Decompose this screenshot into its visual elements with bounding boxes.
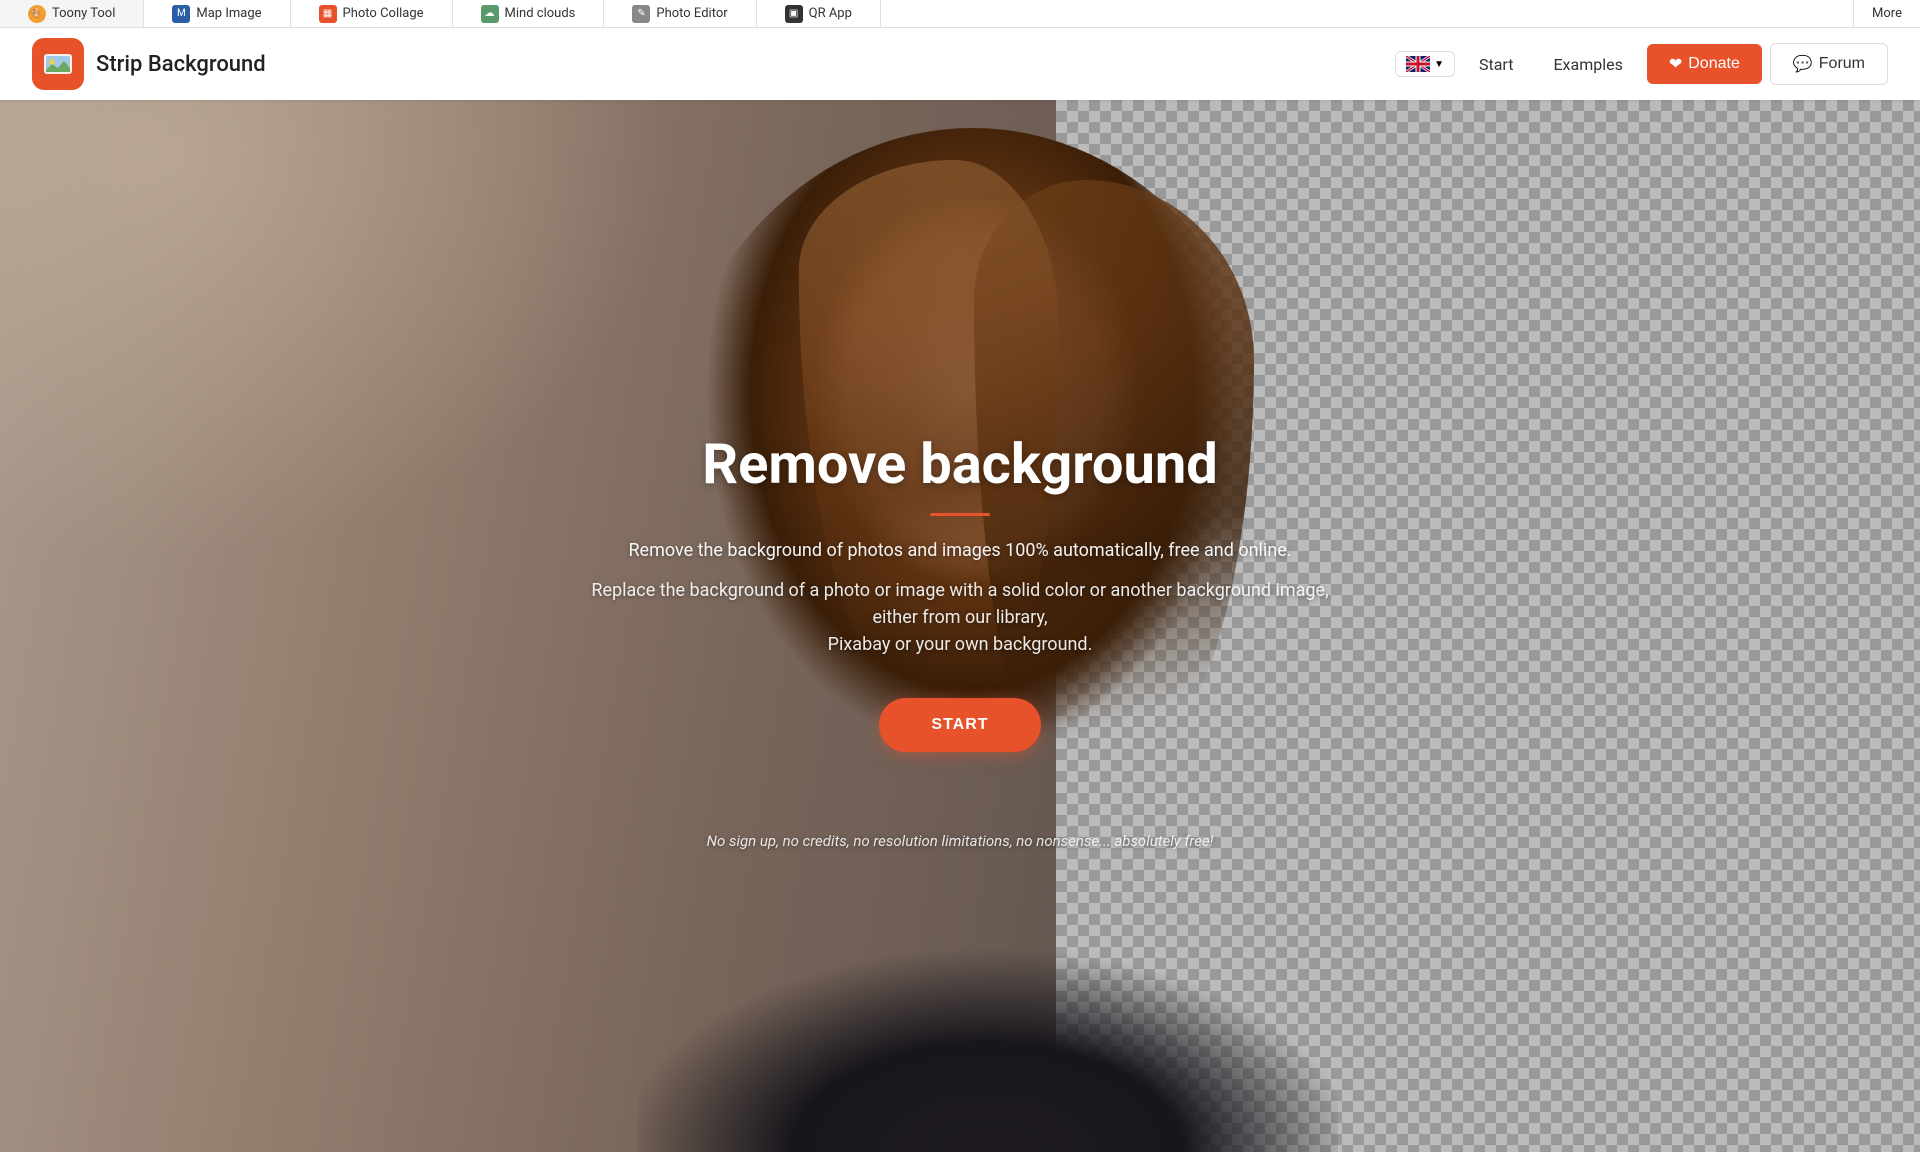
photo-edit-icon: ✎ bbox=[632, 5, 650, 23]
forum-chat-icon: 💬 bbox=[1793, 54, 1813, 74]
hero-title: Remove background bbox=[580, 431, 1340, 497]
nav-more-label: More bbox=[1872, 6, 1902, 21]
examples-link[interactable]: Examples bbox=[1537, 47, 1638, 82]
start-button[interactable]: START bbox=[879, 698, 1040, 752]
map-icon: M bbox=[172, 5, 190, 23]
qr-icon: ▣ bbox=[785, 5, 803, 23]
mind-icon: ☁ bbox=[481, 5, 499, 23]
hero-section: Remove background Remove the background … bbox=[0, 100, 1920, 1152]
lang-chevron-icon: ▼ bbox=[1434, 59, 1444, 70]
nav-photo-collage-label: Photo Collage bbox=[343, 6, 424, 21]
nav-toony-tool[interactable]: 🎨 Toony Tool bbox=[0, 0, 144, 27]
logo-area[interactable]: Strip Background bbox=[32, 38, 266, 90]
collage-icon: ▦ bbox=[319, 5, 337, 23]
nav-qr-app-label: QR App bbox=[809, 6, 852, 21]
toony-icon: 🎨 bbox=[28, 5, 46, 23]
forum-label: Forum bbox=[1819, 55, 1865, 73]
nav-map-image[interactable]: M Map Image bbox=[144, 0, 290, 27]
hero-subtitle1: Remove the background of photos and imag… bbox=[580, 540, 1340, 561]
language-selector[interactable]: ▼ bbox=[1395, 51, 1455, 77]
donate-button[interactable]: ❤ Donate bbox=[1647, 44, 1762, 84]
flag-uk-icon bbox=[1406, 56, 1430, 72]
start-link[interactable]: Start bbox=[1463, 47, 1529, 82]
logo-text: Strip Background bbox=[96, 52, 266, 77]
nav-toony-tool-label: Toony Tool bbox=[52, 6, 115, 21]
nav-photo-editor-label: Photo Editor bbox=[656, 6, 727, 21]
logo-icon bbox=[32, 38, 84, 90]
hero-content: Remove background Remove the background … bbox=[580, 431, 1340, 850]
forum-button[interactable]: 💬 Forum bbox=[1770, 43, 1888, 85]
nav-photo-editor[interactable]: ✎ Photo Editor bbox=[604, 0, 756, 27]
donate-label: Donate bbox=[1688, 55, 1740, 73]
nav-map-image-label: Map Image bbox=[196, 6, 261, 21]
nav-more[interactable]: More bbox=[1853, 0, 1920, 27]
top-nav: 🎨 Toony Tool M Map Image ▦ Photo Collage… bbox=[0, 0, 1920, 28]
hero-subtitle2: Replace the background of a photo or ima… bbox=[580, 577, 1340, 658]
hero-footer-text: No sign up, no credits, no resolution li… bbox=[580, 832, 1340, 850]
header-nav: ▼ Start Examples ❤ Donate 💬 Forum bbox=[1395, 43, 1888, 85]
hero-divider bbox=[930, 513, 990, 516]
nav-mind-clouds-label: Mind clouds bbox=[505, 6, 576, 21]
nav-photo-collage[interactable]: ▦ Photo Collage bbox=[291, 0, 453, 27]
nav-qr-app[interactable]: ▣ QR App bbox=[757, 0, 881, 27]
main-header: Strip Background ▼ Start Examples ❤ Dona… bbox=[0, 28, 1920, 100]
donate-heart-icon: ❤ bbox=[1669, 54, 1682, 74]
nav-mind-clouds[interactable]: ☁ Mind clouds bbox=[453, 0, 605, 27]
